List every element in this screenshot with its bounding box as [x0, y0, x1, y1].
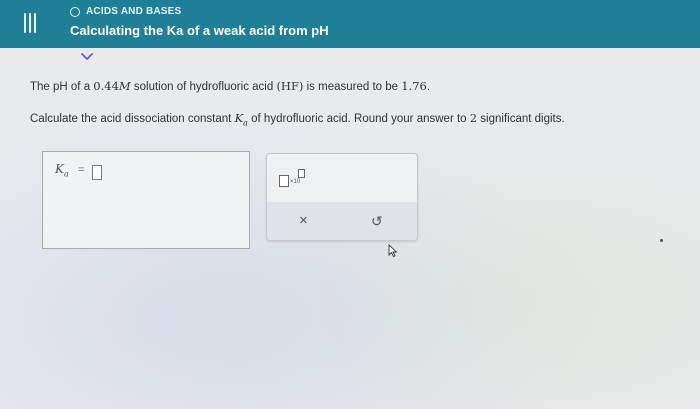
- question-text: The pH of a 0.44M solution of hydrofluor…: [30, 79, 431, 93]
- ka-label: Ka: [55, 162, 69, 179]
- progress-circle-icon: [70, 6, 80, 17]
- undo-button[interactable]: ↺: [371, 213, 383, 230]
- stray-dot: [660, 239, 663, 242]
- topic-label: ACIDS AND BASES: [86, 6, 182, 17]
- topic-breadcrumb: ACIDS AND BASES: [70, 6, 181, 17]
- answer-panel: Ka =: [42, 151, 250, 249]
- menu-icon[interactable]: [24, 13, 36, 33]
- instruction-text: Calculate the acid dissociation constant…: [30, 111, 565, 128]
- mouse-cursor-icon: [388, 244, 398, 258]
- scientific-notation-button[interactable]: ×10: [279, 168, 307, 188]
- clear-button[interactable]: ×: [299, 212, 308, 229]
- sci-base-box: [279, 175, 289, 187]
- answer-input[interactable]: [92, 165, 102, 180]
- sci-notation-label: ×10: [290, 179, 301, 185]
- page-title: Calculating the Ka of a weak acid from p…: [70, 23, 329, 38]
- chevron-down-icon[interactable]: [80, 52, 94, 62]
- sci-exponent-box: [298, 169, 305, 178]
- action-bar: × ↺: [267, 202, 417, 240]
- equals-sign: =: [78, 164, 85, 176]
- header-bar: ACIDS AND BASES Calculating the Ka of a …: [0, 0, 700, 48]
- math-toolbar: ×10 × ↺: [266, 153, 418, 241]
